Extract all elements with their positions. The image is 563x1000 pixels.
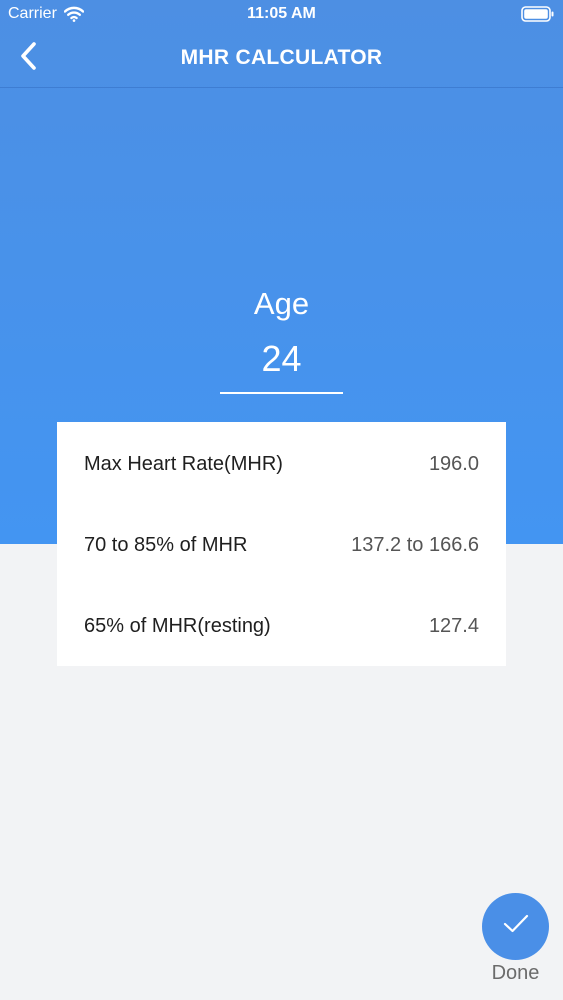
results-card: Max Heart Rate(MHR) 196.0 70 to 85% of M… bbox=[57, 422, 506, 666]
checkmark-icon bbox=[502, 913, 530, 940]
done-label[interactable]: Done bbox=[476, 962, 555, 985]
navigation-bar: MHR CALCULATOR bbox=[0, 30, 563, 88]
result-row-target-range: 70 to 85% of MHR 137.2 to 166.6 bbox=[84, 530, 479, 560]
result-row-resting: 65% of MHR(resting) 127.4 bbox=[84, 611, 479, 641]
result-value: 127.4 bbox=[428, 614, 479, 637]
done-button[interactable] bbox=[482, 893, 549, 960]
status-time: 11:05 AM bbox=[247, 5, 316, 22]
status-bar: Carrier 11:05 AM bbox=[0, 0, 563, 30]
result-row-max-heart-rate: Max Heart Rate(MHR) 196.0 bbox=[84, 449, 479, 479]
battery-icon bbox=[521, 6, 555, 22]
age-input[interactable] bbox=[220, 336, 343, 394]
page-title: MHR CALCULATOR bbox=[180, 46, 383, 69]
result-label: 65% of MHR(resting) bbox=[84, 614, 271, 637]
result-value: 196.0 bbox=[428, 452, 479, 475]
result-value: 137.2 to 166.6 bbox=[351, 533, 479, 556]
age-label: Age bbox=[253, 286, 310, 321]
result-label: 70 to 85% of MHR bbox=[84, 533, 248, 556]
result-label: Max Heart Rate(MHR) bbox=[84, 452, 283, 475]
